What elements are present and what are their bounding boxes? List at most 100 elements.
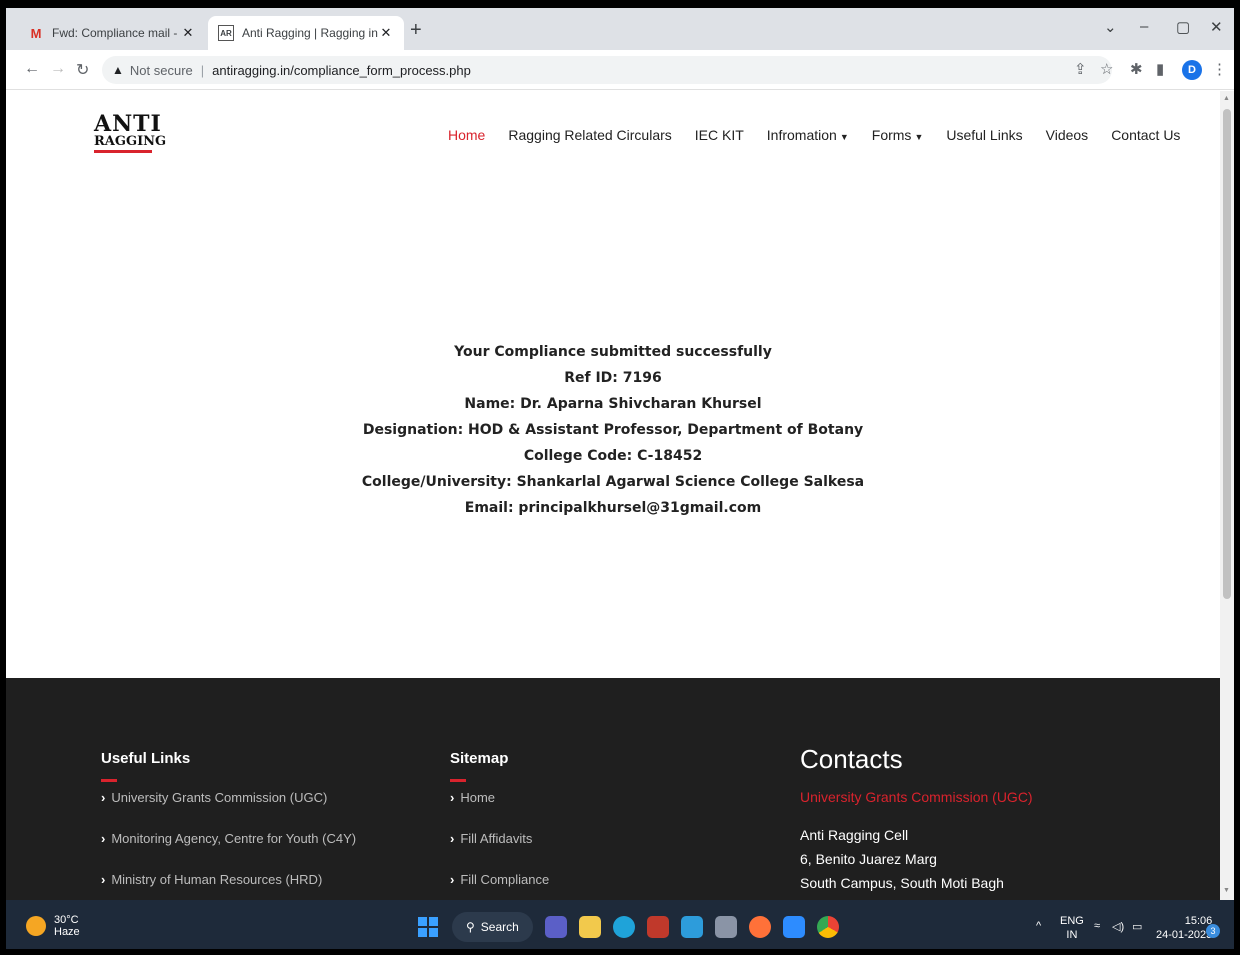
- link-label: Monitoring Agency, Centre for Youth (C4Y…: [111, 831, 357, 846]
- logo-line2: RAGGING: [94, 134, 167, 149]
- tab-gmail[interactable]: M Fwd: Compliance mail - principal ✕: [18, 16, 206, 50]
- heading-underline: [450, 779, 466, 782]
- zoom-icon[interactable]: [782, 916, 805, 938]
- browser-toolbar: ← → ↻ ▲ Not secure | antiragging.in/comp…: [6, 50, 1234, 90]
- taskbar-search[interactable]: ⚲ Search: [452, 912, 533, 942]
- scroll-up-icon[interactable]: ▲: [1223, 95, 1230, 102]
- weather-condition: Haze: [54, 926, 80, 938]
- chevron-right-icon: ›: [450, 831, 455, 846]
- chevron-right-icon: ›: [101, 831, 106, 846]
- nav-information-label: Infromation: [766, 127, 837, 143]
- nav-forms[interactable]: Forms ▼: [872, 127, 924, 143]
- edge-icon[interactable]: [612, 916, 635, 938]
- link-label: University Grants Commission (UGC): [111, 790, 328, 805]
- close-icon[interactable]: ✕: [180, 25, 196, 41]
- sitemap-link-compliance[interactable]: › Fill Compliance: [450, 868, 549, 900]
- footer-heading: Sitemap: [450, 750, 509, 767]
- nav-contact-us[interactable]: Contact Us: [1111, 127, 1180, 143]
- taskbar-apps: ⚲ Search: [418, 912, 851, 942]
- confirmation-college: College/University: Shankarlal Agarwal S…: [361, 474, 865, 490]
- nav-home[interactable]: Home: [448, 127, 485, 143]
- address-line: Anti Ragging Cell: [800, 827, 909, 843]
- bookmark-star-icon[interactable]: ☆: [1100, 60, 1113, 78]
- scroll-down-icon[interactable]: ▼: [1223, 887, 1230, 894]
- contacts-address: Anti Ragging Cell 6, Benito Juarez Marg …: [800, 823, 1033, 895]
- sun-haze-icon: [26, 916, 46, 936]
- menu-icon[interactable]: ⋮: [1212, 60, 1227, 78]
- volume-icon[interactable]: ◁): [1112, 920, 1124, 933]
- clock-time: 15:06: [1184, 915, 1213, 927]
- confirmation-ref: Ref ID: 7196: [564, 370, 662, 386]
- minimize-icon[interactable]: –: [1140, 18, 1148, 35]
- nav-information[interactable]: Infromation ▼: [767, 127, 849, 143]
- windows-taskbar: 30°C Haze ⚲ Search ^ ENG IN ≈ ◁) ▭ 15:06: [6, 900, 1234, 949]
- notification-badge[interactable]: 3: [1206, 924, 1220, 938]
- lang-line1: ENG: [1060, 915, 1084, 927]
- browser-tab-strip: M Fwd: Compliance mail - principal ✕ AR …: [6, 8, 1234, 50]
- close-icon[interactable]: ✕: [378, 25, 394, 41]
- teams-icon[interactable]: [544, 916, 567, 938]
- nav-videos[interactable]: Videos: [1046, 127, 1089, 143]
- nav-useful-links[interactable]: Useful Links: [946, 127, 1022, 143]
- clock-date: 24-01-2023: [1156, 929, 1213, 941]
- weather-widget[interactable]: 30°C Haze: [26, 914, 80, 938]
- address-line: 6, Benito Juarez Marg: [800, 851, 937, 867]
- confirmation-name: Name: Dr. Aparna Shivcharan Khursel: [464, 396, 762, 412]
- contacts-ugc-link[interactable]: University Grants Commission (UGC): [800, 789, 1033, 805]
- nav-circulars[interactable]: Ragging Related Circulars: [508, 127, 671, 143]
- language-indicator[interactable]: ENG IN: [1060, 914, 1084, 942]
- footer-sitemap: Sitemap › Home › Fill Affidavits › Fill Com…: [450, 750, 549, 900]
- scroll-thumb[interactable]: [1223, 109, 1231, 599]
- footer-contacts: Contacts University Grants Commission (U…: [800, 744, 1033, 895]
- sitemap-link-affidavits[interactable]: › Fill Affidavits: [450, 827, 549, 868]
- search-icon: ⚲: [466, 920, 475, 934]
- tab-search-icon[interactable]: ⌄: [1104, 18, 1117, 36]
- footer-link-ugc[interactable]: › University Grants Commission (UGC): [101, 786, 356, 827]
- nav-iec-kit[interactable]: IEC KIT: [695, 127, 744, 143]
- page-viewport: ANTI RAGGING Home Ragging Related Circul…: [6, 91, 1220, 900]
- window-close-icon[interactable]: ✕: [1210, 18, 1223, 36]
- new-tab-icon[interactable]: +: [410, 20, 422, 40]
- share-icon[interactable]: ⇪: [1074, 60, 1087, 78]
- back-icon[interactable]: ←: [24, 60, 40, 78]
- link-label: Ministry of Human Resources (HRD): [111, 872, 323, 887]
- profile-avatar[interactable]: D: [1182, 60, 1202, 80]
- lang-line2: IN: [1066, 929, 1078, 941]
- page-scrollbar[interactable]: ▲ ▼: [1220, 91, 1234, 900]
- warning-icon[interactable]: ▲: [112, 63, 124, 77]
- chevron-right-icon: ›: [450, 872, 455, 887]
- sitemap-link-home[interactable]: › Home: [450, 786, 549, 827]
- weather-temp: 30°C: [54, 914, 79, 926]
- battery-icon[interactable]: ▭: [1132, 920, 1142, 933]
- address-bar[interactable]: ▲ Not secure | antiragging.in/compliance…: [102, 56, 1112, 84]
- chrome-icon[interactable]: [816, 916, 839, 938]
- nav-forms-label: Forms: [871, 127, 912, 143]
- clock[interactable]: 15:06 24-01-2023: [1156, 914, 1212, 942]
- gmail-icon: M: [30, 25, 42, 41]
- footer-link-hrd[interactable]: › Ministry of Human Resources (HRD): [101, 868, 356, 900]
- restore-icon[interactable]: ▢: [1176, 18, 1190, 36]
- tab-title: Fwd: Compliance mail - principal: [52, 26, 180, 40]
- footer-link-c4y[interactable]: › Monitoring Agency, Centre for Youth (C4…: [101, 827, 356, 868]
- extensions-icon[interactable]: ✱: [1130, 60, 1143, 78]
- tab-antiragging[interactable]: AR Anti Ragging | Ragging in college ✕: [208, 16, 404, 50]
- mcafee-icon[interactable]: [646, 916, 669, 938]
- confirmation-college-code: College Code: C-18452: [523, 448, 703, 464]
- search-label: Search: [480, 920, 519, 934]
- wifi-icon[interactable]: ≈: [1094, 920, 1100, 932]
- camera-icon[interactable]: [714, 916, 737, 938]
- side-panel-icon[interactable]: ▮: [1156, 60, 1164, 78]
- chevron-right-icon: ›: [450, 790, 455, 805]
- file-explorer-icon[interactable]: [578, 916, 601, 938]
- site-logo[interactable]: ANTI RAGGING: [94, 113, 167, 159]
- security-label: Not secure: [129, 62, 193, 78]
- contacts-heading: Contacts: [800, 744, 903, 774]
- tray-chevron-icon[interactable]: ^: [1036, 920, 1041, 932]
- reload-icon[interactable]: ↻: [76, 60, 89, 80]
- mail-icon[interactable]: [680, 916, 703, 938]
- forward-icon[interactable]: →: [50, 60, 66, 78]
- firefox-icon[interactable]: [748, 916, 771, 938]
- windows-start-icon[interactable]: [418, 917, 438, 937]
- main-nav: Home Ragging Related Circulars IEC KIT I…: [448, 127, 1203, 143]
- link-label: Home: [460, 790, 496, 805]
